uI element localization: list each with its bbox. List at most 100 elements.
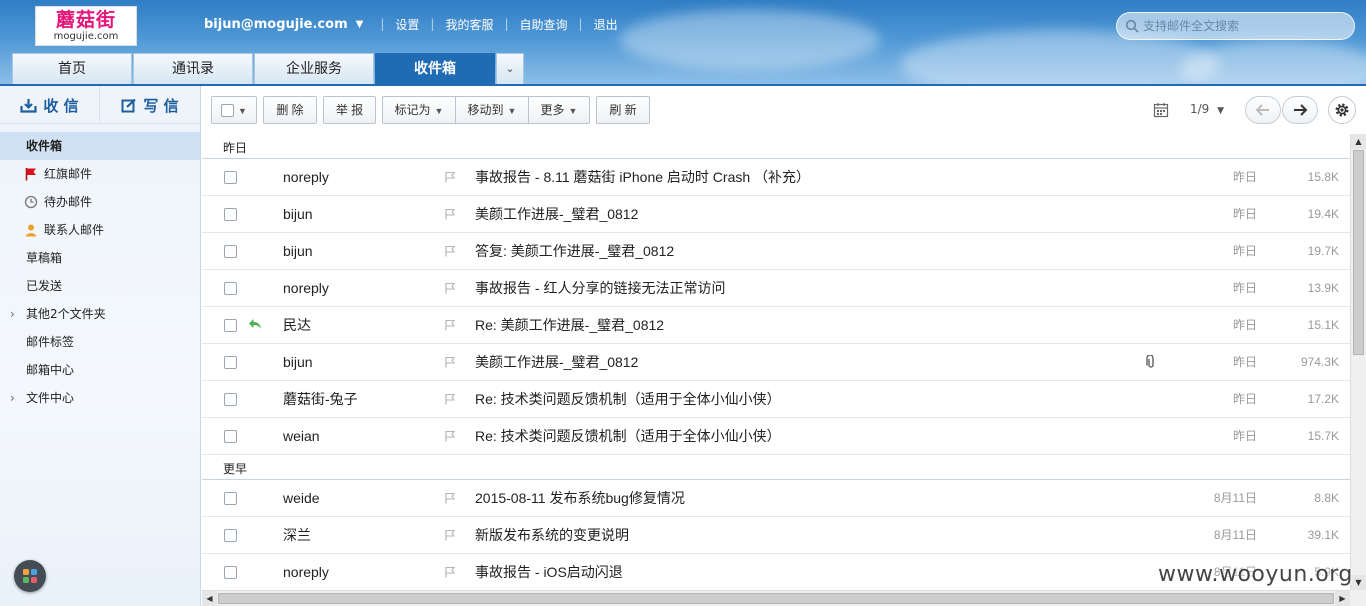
page-indicator-label: 1/9 bbox=[1190, 102, 1210, 116]
mail-row[interactable]: bijun 美颜工作进展-_璧君_0812 昨日 19.4K bbox=[202, 196, 1350, 233]
select-all-dropdown[interactable]: ▼ bbox=[211, 96, 257, 124]
divider: | bbox=[380, 17, 385, 31]
search-box[interactable] bbox=[1116, 12, 1355, 40]
compose-button[interactable]: 写 信 bbox=[100, 86, 200, 124]
row-checkbox[interactable] bbox=[224, 208, 237, 221]
row-checkbox[interactable] bbox=[224, 430, 237, 443]
flag-outline-icon[interactable] bbox=[444, 393, 456, 405]
flag-outline-icon[interactable] bbox=[444, 171, 456, 183]
page-indicator[interactable]: 1/9 ▼ bbox=[1190, 102, 1224, 116]
mail-row[interactable]: 深兰 新版发布系统的变更说明 8月11日 39.1K bbox=[202, 517, 1350, 554]
horizontal-scrollbar[interactable]: ◀ ▶ bbox=[202, 590, 1350, 606]
flag-outline-icon[interactable] bbox=[444, 319, 456, 331]
folder-inbox[interactable]: 收件箱 bbox=[0, 132, 200, 160]
customer-service-link[interactable]: 我的客服 bbox=[445, 16, 493, 33]
logo-subtext: mogujie.com bbox=[53, 31, 119, 42]
folder-sent[interactable]: 已发送 bbox=[0, 272, 200, 300]
chevron-down-icon[interactable]: ▼ bbox=[356, 19, 364, 30]
tab-contacts[interactable]: 通讯录 bbox=[133, 53, 253, 84]
folder-todo[interactable]: 待办邮件 bbox=[0, 188, 200, 216]
folder-mail-tags[interactable]: 邮件标签 bbox=[0, 328, 200, 356]
row-checkbox[interactable] bbox=[224, 319, 237, 332]
delete-button[interactable]: 删 除 bbox=[263, 96, 317, 124]
mail-row[interactable]: bijun 美颜工作进展-_璧君_0812 昨日 974.3K bbox=[202, 344, 1350, 381]
folder-mailbox-center[interactable]: 邮箱中心 bbox=[0, 356, 200, 384]
row-checkbox[interactable] bbox=[224, 529, 237, 542]
row-checkbox[interactable] bbox=[224, 245, 237, 258]
user-email[interactable]: bijun@mogujie.com bbox=[204, 17, 348, 32]
mail-row[interactable]: weide 2015-08-11 发布系统bug修复情况 8月11日 8.8K bbox=[202, 480, 1350, 517]
vertical-scrollbar[interactable]: ▲ ▼ bbox=[1350, 134, 1366, 590]
scroll-left-arrow-icon[interactable]: ◀ bbox=[202, 591, 217, 606]
chevron-down-icon: ▼ bbox=[568, 106, 578, 116]
chevron-right-icon[interactable]: › bbox=[10, 384, 15, 412]
report-button[interactable]: 举 报 bbox=[323, 96, 376, 124]
mail-size: 8.8K bbox=[1314, 491, 1339, 505]
folder-label: 草稿箱 bbox=[26, 251, 63, 265]
tab-inbox[interactable]: 收件箱 bbox=[375, 53, 495, 86]
folder-red-flag[interactable]: 红旗邮件 bbox=[0, 160, 200, 188]
folder-drafts[interactable]: 草稿箱 bbox=[0, 244, 200, 272]
row-checkbox[interactable] bbox=[224, 393, 237, 406]
folder-other-folders[interactable]: › 其他2个文件夹 bbox=[0, 300, 200, 328]
flag-outline-icon[interactable] bbox=[444, 282, 456, 294]
mail-row[interactable]: bijun 答复: 美颜工作进展-_璧君_0812 昨日 19.7K bbox=[202, 233, 1350, 270]
move-to-dropdown[interactable]: 移动到 ▼ bbox=[455, 96, 529, 124]
folder-contacts-mail[interactable]: 联系人邮件 bbox=[0, 216, 200, 244]
tabs-more-chevron-icon[interactable]: ⌄ bbox=[496, 53, 524, 84]
mark-as-dropdown[interactable]: 标记为 ▼ bbox=[382, 96, 456, 124]
prev-page-button[interactable] bbox=[1245, 96, 1281, 124]
more-dropdown[interactable]: 更多 ▼ bbox=[528, 96, 590, 124]
mail-subject: 新版发布系统的变更说明 bbox=[475, 527, 629, 543]
refresh-button[interactable]: 刷 新 bbox=[596, 96, 650, 124]
self-service-link[interactable]: 自助查询 bbox=[520, 16, 568, 33]
scroll-right-arrow-icon[interactable]: ▶ bbox=[1335, 591, 1350, 606]
sidebar: 收 信 写 信 收件箱 红旗邮件 待办邮件 联系人邮件 草稿箱 已发送 › 其他… bbox=[0, 86, 201, 606]
mail-sender: weide bbox=[283, 490, 320, 506]
flag-outline-icon[interactable] bbox=[444, 430, 456, 442]
select-all-checkbox[interactable] bbox=[221, 104, 235, 118]
flag-outline-icon[interactable] bbox=[444, 245, 456, 257]
next-page-button[interactable] bbox=[1282, 96, 1318, 124]
horizontal-scroll-thumb[interactable] bbox=[218, 593, 1334, 604]
mail-row[interactable]: noreply 事故报告 - 红人分享的链接无法正常访问 昨日 13.9K bbox=[202, 270, 1350, 307]
row-checkbox[interactable] bbox=[224, 171, 237, 184]
tab-enterprise-services[interactable]: 企业服务 bbox=[254, 53, 374, 84]
apps-button[interactable] bbox=[14, 560, 46, 592]
vertical-scroll-thumb[interactable] bbox=[1353, 150, 1364, 355]
logout-link[interactable]: 退出 bbox=[594, 16, 618, 33]
scroll-up-arrow-icon[interactable]: ▲ bbox=[1351, 134, 1366, 149]
calendar-icon[interactable] bbox=[1153, 102, 1169, 118]
divider: | bbox=[430, 17, 435, 31]
flag-outline-icon[interactable] bbox=[444, 356, 456, 368]
compose-icon bbox=[121, 98, 137, 112]
receive-mail-button[interactable]: 收 信 bbox=[0, 86, 100, 124]
apps-grid-icon bbox=[23, 569, 37, 583]
search-input[interactable] bbox=[1143, 17, 1343, 35]
row-checkbox[interactable] bbox=[224, 492, 237, 505]
mail-subject: 美颜工作进展-_璧君_0812 bbox=[475, 206, 639, 222]
mail-toolbar: ▼ 删 除 举 报 标记为 ▼ 移动到 ▼ 更多 ▼ 刷 新 1/9 ▼ bbox=[202, 86, 1366, 134]
mail-row[interactable]: noreply 事故报告 - 8.11 蘑菇街 iPhone 启动时 Crash… bbox=[202, 159, 1350, 196]
row-checkbox[interactable] bbox=[224, 356, 237, 369]
chevron-down-icon: ▼ bbox=[434, 106, 444, 116]
settings-gear-button[interactable] bbox=[1328, 96, 1356, 124]
tab-home[interactable]: 首页 bbox=[12, 53, 132, 84]
mail-row[interactable]: 民达 Re: 美颜工作进展-_璧君_0812 昨日 15.1K bbox=[202, 307, 1350, 344]
folder-label: 邮件标签 bbox=[26, 335, 75, 349]
settings-link[interactable]: 设置 bbox=[395, 16, 419, 33]
scroll-down-arrow-icon[interactable]: ▼ bbox=[1351, 575, 1366, 590]
mail-row[interactable]: weian Re: 技术类问题反馈机制（适用于全体小仙小侠） 昨日 15.7K bbox=[202, 418, 1350, 455]
row-checkbox[interactable] bbox=[224, 566, 237, 579]
flag-outline-icon[interactable] bbox=[444, 566, 456, 578]
flag-outline-icon[interactable] bbox=[444, 529, 456, 541]
flag-outline-icon[interactable] bbox=[444, 492, 456, 504]
flag-outline-icon[interactable] bbox=[444, 208, 456, 220]
folder-file-center[interactable]: › 文件中心 bbox=[0, 384, 200, 412]
row-checkbox[interactable] bbox=[224, 282, 237, 295]
arrow-left-icon bbox=[1255, 104, 1269, 116]
chevron-right-icon[interactable]: › bbox=[10, 300, 15, 328]
logo[interactable]: 蘑菇街 mogujie.com bbox=[35, 6, 137, 46]
mail-size: 17.2K bbox=[1307, 392, 1339, 406]
mail-row[interactable]: 蘑菇街-兔子 Re: 技术类问题反馈机制（适用于全体小仙小侠） 昨日 17.2K bbox=[202, 381, 1350, 418]
